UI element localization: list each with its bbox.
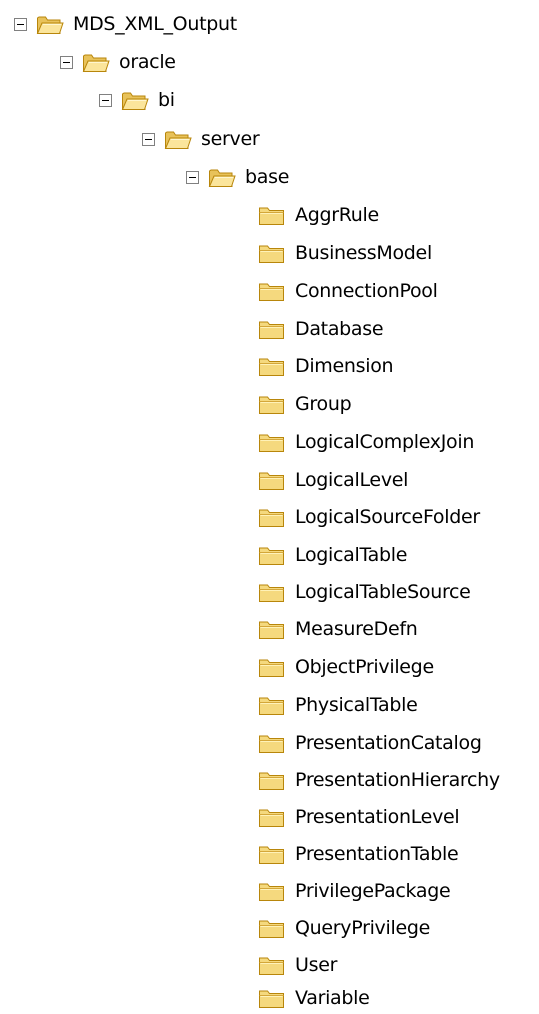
tree-node-label[interactable]: ConnectionPool <box>293 280 440 302</box>
tree-node-queryprivilege[interactable]: QueryPrivilege <box>258 910 432 946</box>
tree-node-logicalsourcefolder[interactable]: LogicalSourceFolder <box>258 499 482 535</box>
tree-node-label[interactable]: PresentationHierarchy <box>293 769 502 791</box>
tree-node-base[interactable]: base <box>186 159 291 195</box>
tree-node-presentationhierarchy[interactable]: PresentationHierarchy <box>258 762 502 798</box>
folder-icon <box>258 318 286 340</box>
folder-open-icon <box>121 89 149 111</box>
tree-node-label[interactable]: server <box>199 128 261 150</box>
folder-icon <box>258 469 286 491</box>
tree-node-aggrrule[interactable]: AggrRule <box>258 197 381 233</box>
folder-icon <box>258 581 286 603</box>
tree-node-logicalcomplexjoin[interactable]: LogicalComplexJoin <box>258 424 476 460</box>
tree-node-businessmodel[interactable]: BusinessModel <box>258 235 434 271</box>
tree-node-objectprivilege[interactable]: ObjectPrivilege <box>258 649 436 685</box>
tree-node-database[interactable]: Database <box>258 311 385 347</box>
folder-tree: MDS_XML_Output oracle bi server base Agg… <box>0 0 539 1014</box>
folder-icon <box>258 544 286 566</box>
tree-node-physicaltable[interactable]: PhysicalTable <box>258 687 420 723</box>
folder-icon <box>258 694 286 716</box>
collapse-toggle-icon[interactable] <box>14 17 27 31</box>
folder-icon <box>258 843 286 865</box>
folder-icon <box>258 431 286 453</box>
tree-node-group[interactable]: Group <box>258 386 353 422</box>
tree-node-label[interactable]: MDS_XML_Output <box>71 13 239 35</box>
tree-node-root[interactable]: MDS_XML_Output <box>14 6 239 42</box>
tree-node-label[interactable]: PresentationLevel <box>293 806 461 828</box>
tree-node-label[interactable]: User <box>293 954 339 976</box>
tree-node-label[interactable]: Variable <box>293 987 372 1009</box>
tree-node-label[interactable]: PresentationTable <box>293 843 460 865</box>
folder-icon <box>258 917 286 939</box>
tree-node-label[interactable]: LogicalTable <box>293 544 409 566</box>
folder-icon <box>258 355 286 377</box>
tree-node-privilegepackage[interactable]: PrivilegePackage <box>258 873 452 909</box>
folder-icon <box>258 806 286 828</box>
folder-open-icon <box>82 51 110 73</box>
tree-node-user[interactable]: User <box>258 947 339 983</box>
tree-node-measuredefn[interactable]: MeasureDefn <box>258 611 420 647</box>
tree-node-label[interactable]: ObjectPrivilege <box>293 656 436 678</box>
folder-icon <box>258 769 286 791</box>
tree-node-label[interactable]: PrivilegePackage <box>293 880 452 902</box>
tree-node-label[interactable]: bi <box>156 89 177 111</box>
tree-node-presentationtable[interactable]: PresentationTable <box>258 836 460 872</box>
folder-icon <box>258 204 286 226</box>
tree-node-label[interactable]: LogicalLevel <box>293 469 410 491</box>
tree-node-label[interactable]: PhysicalTable <box>293 694 420 716</box>
folder-icon <box>258 242 286 264</box>
tree-node-bi[interactable]: bi <box>99 82 177 118</box>
tree-node-logicaltable[interactable]: LogicalTable <box>258 537 409 573</box>
folder-icon <box>258 393 286 415</box>
tree-node-label[interactable]: PresentationCatalog <box>293 732 484 754</box>
tree-node-variable[interactable]: Variable <box>258 980 372 1014</box>
collapse-toggle-icon[interactable] <box>99 93 112 107</box>
tree-node-label[interactable]: AggrRule <box>293 204 381 226</box>
tree-node-label[interactable]: LogicalComplexJoin <box>293 431 476 453</box>
tree-node-dimension[interactable]: Dimension <box>258 348 395 384</box>
folder-icon <box>258 954 286 976</box>
folder-open-icon <box>36 13 64 35</box>
folder-open-icon <box>164 128 192 150</box>
folder-icon <box>258 656 286 678</box>
folder-open-icon <box>208 166 236 188</box>
tree-node-logicaltablesource[interactable]: LogicalTableSource <box>258 574 473 610</box>
tree-node-label[interactable]: MeasureDefn <box>293 618 420 640</box>
tree-node-server[interactable]: server <box>142 121 261 157</box>
tree-node-logicallevel[interactable]: LogicalLevel <box>258 462 410 498</box>
tree-node-label[interactable]: oracle <box>117 51 178 73</box>
tree-node-presentationcatalog[interactable]: PresentationCatalog <box>258 725 484 761</box>
folder-icon <box>258 506 286 528</box>
collapse-toggle-icon[interactable] <box>186 170 199 184</box>
folder-icon <box>258 732 286 754</box>
tree-node-label[interactable]: BusinessModel <box>293 242 434 264</box>
folder-icon <box>258 987 286 1009</box>
collapse-toggle-icon[interactable] <box>142 132 155 146</box>
tree-node-label[interactable]: LogicalSourceFolder <box>293 506 482 528</box>
folder-icon <box>258 618 286 640</box>
tree-node-label[interactable]: base <box>243 166 291 188</box>
folder-icon <box>258 280 286 302</box>
tree-node-label[interactable]: Database <box>293 318 385 340</box>
tree-node-label[interactable]: Group <box>293 393 353 415</box>
tree-node-label[interactable]: Dimension <box>293 355 395 377</box>
collapse-toggle-icon[interactable] <box>60 55 73 69</box>
tree-node-presentationlevel[interactable]: PresentationLevel <box>258 799 461 835</box>
tree-node-label[interactable]: LogicalTableSource <box>293 581 473 603</box>
folder-icon <box>258 880 286 902</box>
tree-node-connectionpool[interactable]: ConnectionPool <box>258 273 440 309</box>
tree-node-oracle[interactable]: oracle <box>60 44 178 80</box>
tree-node-label[interactable]: QueryPrivilege <box>293 917 432 939</box>
